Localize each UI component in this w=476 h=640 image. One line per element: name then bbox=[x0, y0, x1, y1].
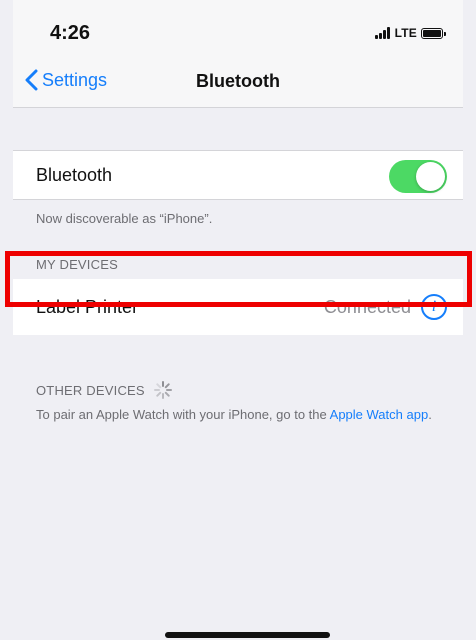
bluetooth-row-label: Bluetooth bbox=[36, 164, 113, 185]
discoverable-note: Now discoverable as “iPhone”. bbox=[36, 211, 213, 226]
apple-watch-pair-note: To pair an Apple Watch with your iPhone,… bbox=[36, 405, 446, 424]
other-devices-header: OTHER DEVICES bbox=[36, 380, 173, 400]
status-time: 4:26 bbox=[50, 22, 91, 44]
bluetooth-toggle[interactable] bbox=[389, 160, 447, 193]
navigation-bar: Settings Bluetooth bbox=[13, 62, 463, 104]
bluetooth-settings-screen: 4:26 LTE Settings Bluetooth Bluetooth No… bbox=[0, 0, 476, 640]
my-devices-header: MY DEVICES bbox=[36, 257, 118, 272]
network-label: LTE bbox=[394, 26, 417, 40]
status-indicators: LTE bbox=[374, 25, 446, 41]
page-title: Bluetooth bbox=[196, 71, 280, 91]
bluetooth-row: Bluetooth bbox=[13, 150, 463, 200]
status-bar: 4:26 LTE bbox=[13, 0, 463, 62]
device-row-label-printer[interactable]: Label Printer Connected i bbox=[13, 279, 463, 335]
pair-note-text: To pair an Apple Watch with your iPhone,… bbox=[36, 407, 327, 422]
battery-icon bbox=[421, 27, 446, 39]
spinner-icon bbox=[153, 381, 172, 399]
apple-watch-app-link[interactable]: Apple Watch app bbox=[330, 407, 429, 422]
home-indicator[interactable] bbox=[165, 632, 330, 638]
device-name: Label Printer bbox=[36, 296, 139, 317]
top-bars: 4:26 LTE Settings Bluetooth bbox=[13, 0, 463, 108]
info-icon[interactable]: i bbox=[421, 294, 447, 320]
toggle-knob bbox=[416, 162, 445, 191]
pair-note-end: . bbox=[428, 407, 432, 422]
other-devices-label: OTHER DEVICES bbox=[36, 382, 145, 398]
signal-icon bbox=[374, 27, 391, 39]
device-status: Connected bbox=[323, 297, 411, 317]
